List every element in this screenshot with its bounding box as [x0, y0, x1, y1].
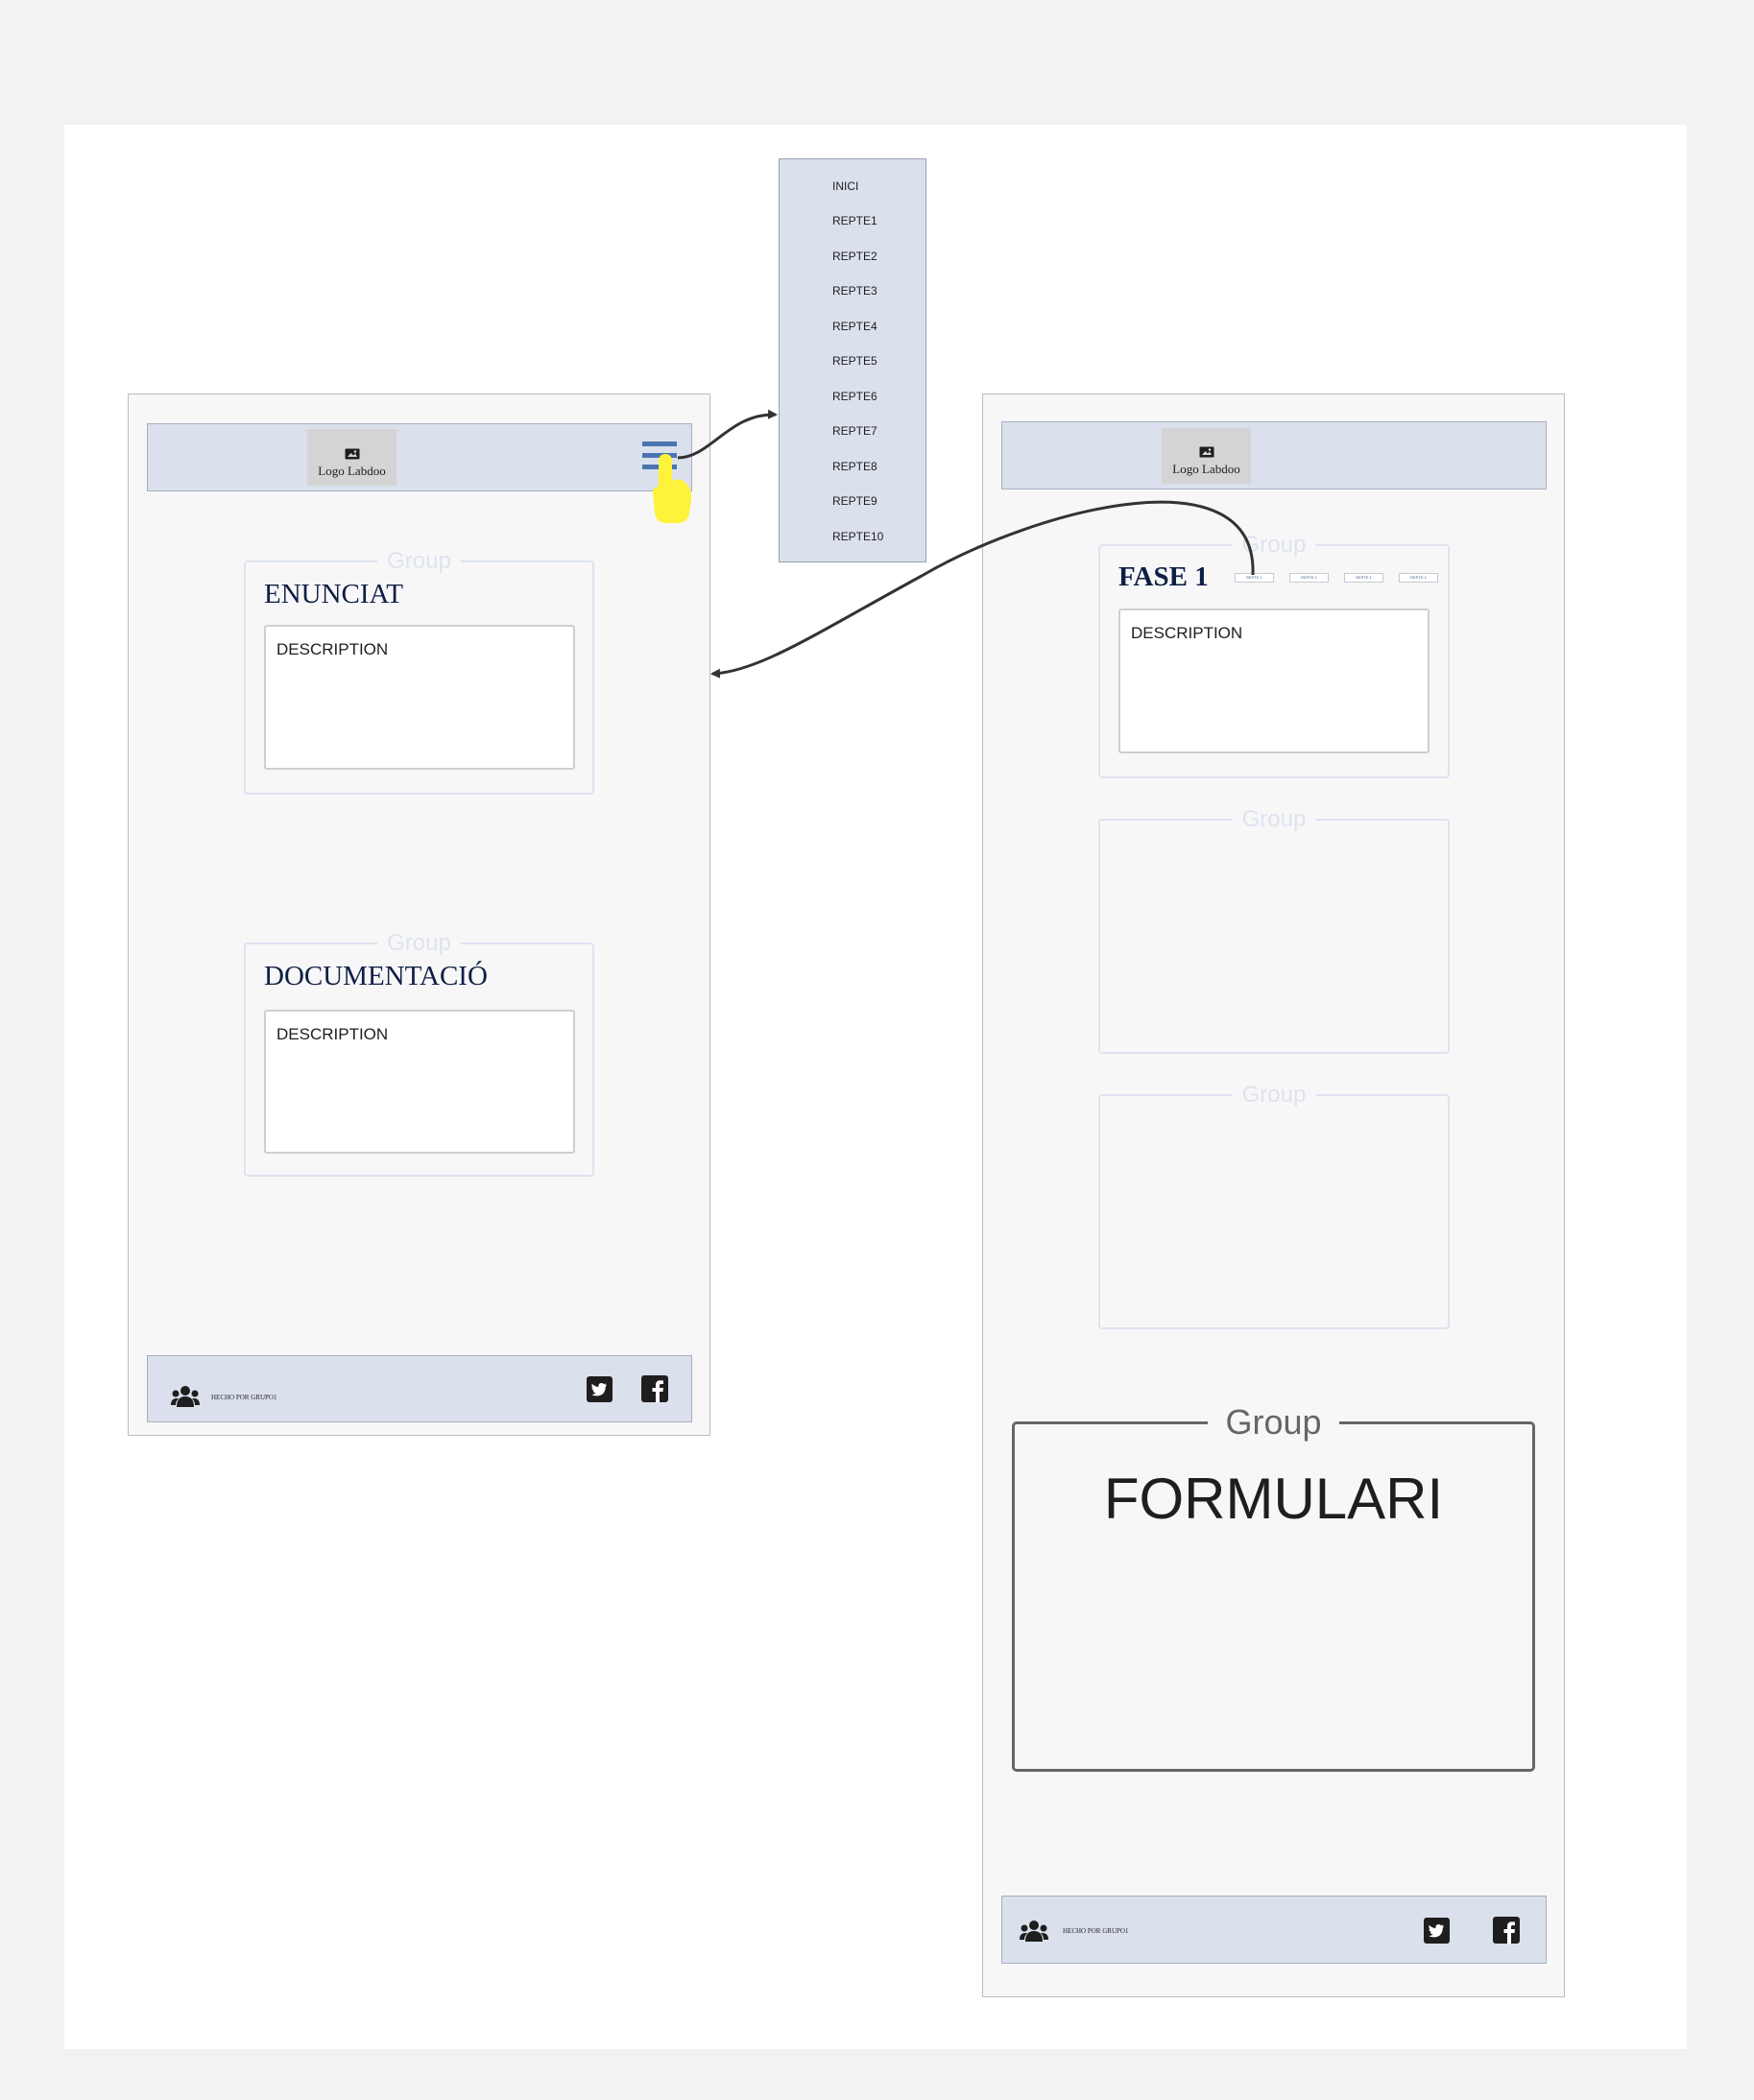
section-title-fase-1: FASE 1: [1118, 561, 1209, 592]
repte-tag[interactable]: REPTE 1: [1289, 573, 1329, 583]
nav-menu-list: INICI REPTE1 REPTE2 REPTE3 REPTE4 REPTE5…: [779, 158, 926, 562]
section-title-enunciat: ENUNCIAT: [264, 579, 403, 609]
menu-item-repte4[interactable]: REPTE4: [832, 320, 877, 333]
logo-label: Logo Labdoo: [318, 464, 386, 478]
menu-item-repte2[interactable]: REPTE2: [832, 250, 877, 263]
group-label: Group: [1208, 1402, 1339, 1442]
footer-credit: HECHO POR GRUPO1: [211, 1394, 277, 1401]
menu-item-repte1[interactable]: REPTE1: [832, 214, 877, 227]
left-screen-frame: [128, 394, 710, 1436]
description-box[interactable]: DESCRIPTION: [1118, 609, 1430, 753]
menu-item-inici[interactable]: INICI: [832, 179, 858, 193]
menu-item-repte8[interactable]: REPTE8: [832, 460, 877, 473]
users-icon: [171, 1386, 200, 1407]
right-logo[interactable]: Logo Labdoo: [1162, 428, 1251, 484]
group-empty-1: Group: [1098, 806, 1450, 1054]
group-formulari: Group FORMULARI: [1012, 1402, 1535, 1772]
description-text: DESCRIPTION: [276, 640, 389, 658]
menu-item-repte3[interactable]: REPTE3: [832, 284, 877, 298]
facebook-icon[interactable]: [1493, 1917, 1520, 1944]
twitter-icon[interactable]: [587, 1376, 613, 1402]
footer-credit: HECHO POR GRUPO1: [1063, 1927, 1129, 1935]
left-header-bar: [147, 423, 692, 491]
left-logo[interactable]: Logo Labdoo: [307, 429, 396, 486]
facebook-icon[interactable]: [641, 1375, 668, 1402]
description-box[interactable]: DESCRIPTION: [264, 1010, 575, 1154]
menu-item-repte6[interactable]: REPTE6: [832, 390, 877, 403]
right-header-bar: [1001, 421, 1547, 489]
form-title: FORMULARI: [1103, 1467, 1444, 1531]
logo-label: Logo Labdoo: [1172, 462, 1240, 476]
menu-item-repte10[interactable]: REPTE10: [832, 530, 883, 543]
users-icon: [1020, 1921, 1048, 1942]
repte-tag[interactable]: REPTE 1: [1235, 573, 1274, 583]
menu-item-repte5[interactable]: REPTE5: [832, 354, 877, 368]
menu-item-repte7[interactable]: REPTE7: [832, 424, 877, 438]
group-empty-2: Group: [1098, 1082, 1450, 1329]
hand-pointer-icon: [653, 454, 692, 523]
twitter-icon[interactable]: [1424, 1918, 1450, 1944]
description-box[interactable]: DESCRIPTION: [264, 625, 575, 770]
menu-item-repte9[interactable]: REPTE9: [832, 494, 877, 508]
image-icon: [1199, 446, 1213, 458]
section-title-documentacio: DOCUMENTACIÓ: [264, 961, 488, 991]
description-text: DESCRIPTION: [276, 1025, 389, 1043]
repte-tag[interactable]: REPTE 1: [1344, 573, 1383, 583]
description-text: DESCRIPTION: [1131, 624, 1243, 642]
image-icon: [345, 448, 359, 460]
repte-tag[interactable]: REPTE 1: [1399, 573, 1438, 583]
